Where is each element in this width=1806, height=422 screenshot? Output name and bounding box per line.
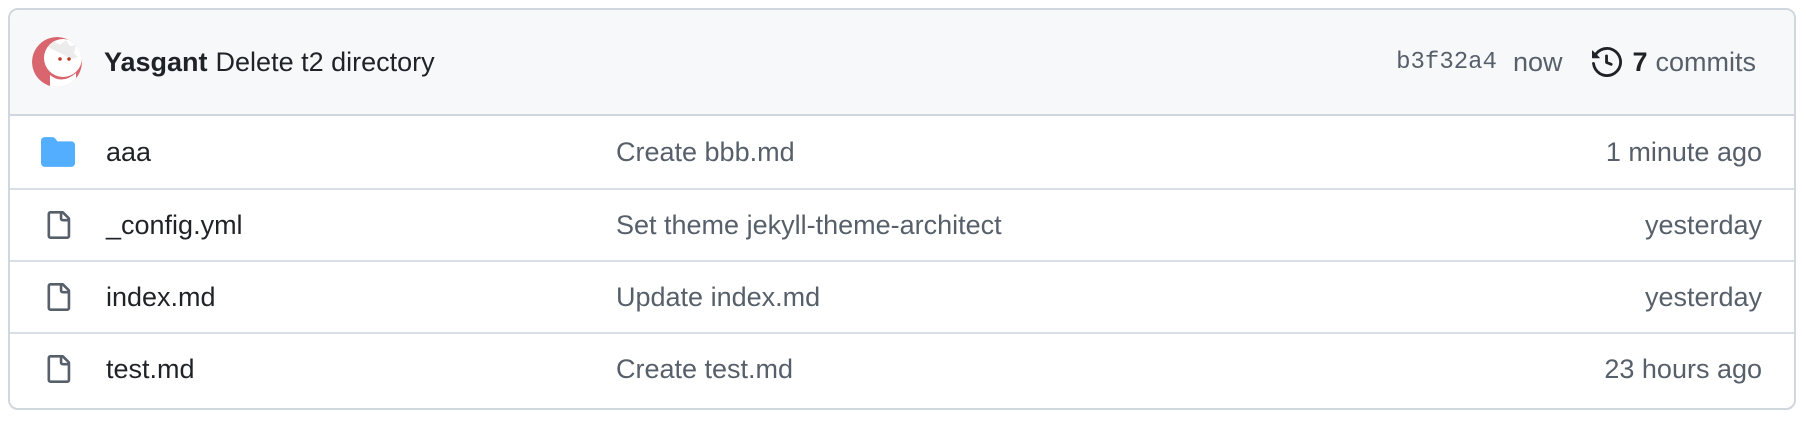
file-list: aaa Create bbb.md 1 minute ago _config.y… bbox=[10, 116, 1794, 404]
file-commit-message[interactable]: Create bbb.md bbox=[616, 137, 1606, 168]
file-browser: Yasgant Delete t2 directory b3f32a4 now … bbox=[8, 8, 1796, 410]
file-row[interactable]: test.md Create test.md 23 hours ago bbox=[10, 332, 1794, 404]
file-name[interactable]: _config.yml bbox=[106, 210, 616, 241]
file-commit-age: 23 hours ago bbox=[1604, 353, 1762, 384]
file-name[interactable]: index.md bbox=[106, 282, 616, 313]
commits-history-link[interactable]: 7 commits bbox=[1592, 47, 1756, 78]
file-icon bbox=[40, 351, 76, 387]
file-row[interactable]: index.md Update index.md yesterday bbox=[10, 260, 1794, 332]
latest-commit-message: Yasgant Delete t2 directory bbox=[104, 47, 435, 78]
file-commit-age: 1 minute ago bbox=[1605, 136, 1762, 167]
commits-count: 7 bbox=[1632, 46, 1648, 77]
file-commit-message[interactable]: Create test.md bbox=[616, 354, 1604, 385]
commit-title[interactable]: Delete t2 directory bbox=[216, 47, 435, 78]
commits-label: commits bbox=[1655, 46, 1757, 77]
commit-author[interactable]: Yasgant bbox=[104, 47, 208, 78]
avatar[interactable] bbox=[32, 37, 82, 87]
file-row[interactable]: aaa Create bbb.md 1 minute ago bbox=[10, 116, 1794, 188]
file-icon bbox=[40, 279, 76, 315]
latest-commit-bar: Yasgant Delete t2 directory b3f32a4 now … bbox=[10, 10, 1794, 116]
file-row[interactable]: _config.yml Set theme jekyll-theme-archi… bbox=[10, 188, 1794, 260]
file-commit-message[interactable]: Set theme jekyll-theme-architect bbox=[616, 210, 1645, 241]
commit-time: now bbox=[1512, 46, 1563, 77]
file-icon bbox=[40, 207, 76, 243]
file-name[interactable]: aaa bbox=[106, 137, 616, 168]
file-commit-message[interactable]: Update index.md bbox=[616, 282, 1645, 313]
commit-sha[interactable]: b3f32a4 bbox=[1396, 49, 1497, 76]
history-icon bbox=[1592, 47, 1623, 77]
file-commit-age: yesterday bbox=[1644, 209, 1762, 240]
file-name[interactable]: test.md bbox=[106, 354, 616, 385]
file-commit-age: yesterday bbox=[1644, 281, 1762, 312]
folder-icon bbox=[40, 134, 76, 170]
